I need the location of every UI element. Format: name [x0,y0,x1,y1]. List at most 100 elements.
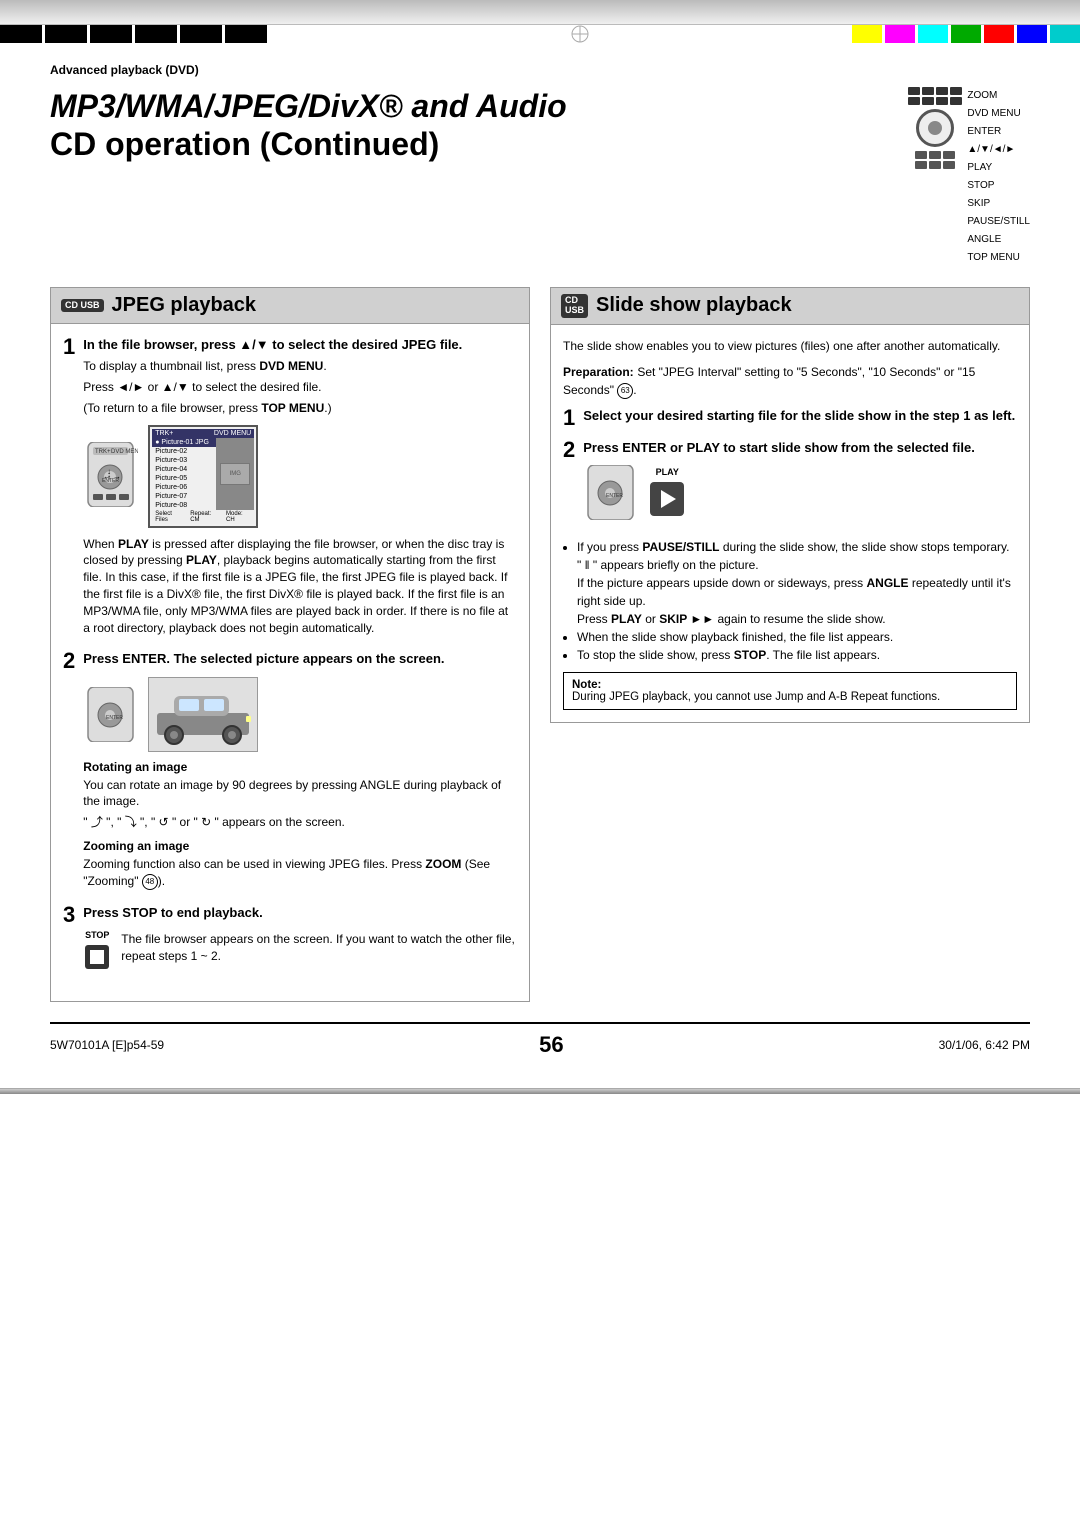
slideshow-section: CDUSB Slide show playback The slide show… [550,287,1030,723]
title-line1: MP3/WMA/JPEG/DivX® and Audio [50,88,567,124]
label-play: PLAY [967,159,1030,177]
remote-side-labels: ZOOM DVD MENU ENTER ▲/▼/◄/► PLAY STOP SK… [967,87,1030,267]
screen-row-3: Picture-03 [152,456,216,465]
zoom-badge: 48 [142,874,158,890]
slideshow-bullets: If you press PAUSE/STILL during the slid… [563,538,1017,664]
jpeg-step-3: 3 Press STOP to end playback. STOP [63,904,517,979]
breadcrumb: Advanced playback (DVD) [50,63,1030,77]
screen-row-2: Picture-02 [152,447,216,456]
slideshow-enter-svg: ENTER [583,465,638,520]
jpeg-section-body: 1 In the file browser, press ▲/▼ to sele… [51,324,529,1001]
jpeg-step-1-sub3: (To return to a file browser, press TOP … [83,400,517,417]
car-image [148,677,258,752]
slideshow-step-2: 2 Press ENTER or PLAY to start slide sho… [563,439,1017,528]
jpeg-step-2: 2 Press ENTER. The selected picture appe… [63,650,517,893]
remote-btn-4 [950,87,962,95]
interval-badge: 63 [617,383,633,399]
cd-usb-badge-slideshow: CDUSB [561,294,588,318]
jpeg-step-1-sub1: To display a thumbnail list, press DVD M… [83,358,517,375]
cd-usb-badge-jpeg: CD USB [61,299,104,313]
thumbnail-image: IMG [220,463,250,485]
slideshow-step-2-number: 2 [563,439,575,461]
remote-svg: TRK+ DVD MENU ↑ ↓ ← → ENTER [83,442,138,507]
screen-row-6: Picture-06 [152,483,216,492]
note-box: Note: During JPEG playback, you cannot u… [563,672,1017,710]
slideshow-section-header: CDUSB Slide show playback [551,288,1029,325]
screen-row-5: Picture-05 [152,474,216,483]
remote-bottom-btn-6 [943,161,955,169]
screen-row-selected: ● Picture-01 JPG [152,438,216,447]
jpeg-step-1: 1 In the file browser, press ▲/▼ to sele… [63,336,517,640]
jpeg-step-1-sub2: Press ◄/► or ▲/▼ to select the desired f… [83,379,517,396]
remote-bottom-btn-1 [915,151,927,159]
rotating-symbols: " ⤴ ", " ⤵ ", " ↺ " or " ↻ " appears on … [83,814,517,831]
svg-text:TRK+: TRK+ [95,449,111,455]
jpeg-step-2-number: 2 [63,650,75,672]
title-section: MP3/WMA/JPEG/DivX® and Audio CD operatio… [50,87,1030,267]
stop-button-svg [83,943,111,971]
label-stop: STOP [967,177,1030,195]
jpeg-step-3-content: Press STOP to end playback. STOP The fil… [83,904,517,979]
title-text: MP3/WMA/JPEG/DivX® and Audio CD operatio… [50,87,902,164]
jpeg-step-1-heading: In the file browser, press ▲/▼ to select… [83,336,517,354]
label-angle: ANGLE [967,231,1030,249]
jpeg-step-1-body: When PLAY is pressed after displaying th… [83,536,517,637]
bullet-2: When the slide show playback finished, t… [577,628,1017,646]
page-footer: 5W70101A [E]p54-59 56 30/1/06, 6:42 PM [50,1022,1030,1058]
note-title: Note: [572,679,601,691]
jpeg-step-1-content: In the file browser, press ▲/▼ to select… [83,336,517,640]
jpeg-step-3-number: 3 [63,904,75,926]
two-column-layout: CD USB JPEG playback 1 In the file brows… [50,287,1030,1002]
play-label: PLAY [656,467,679,477]
slideshow-step-1: 1 Select your desired starting file for … [563,407,1017,429]
remote-bottom-btn-4 [915,161,927,169]
label-zoom: ZOOM [967,87,1030,105]
stop-label: STOP [85,930,109,940]
svg-text:ENTER: ENTER [106,715,123,721]
prep-title: Preparation: [563,365,634,379]
screen-row-4: Picture-04 [152,465,216,474]
note-body: During JPEG playback, you cannot use Jum… [572,691,1008,703]
rotating-heading: Rotating an image [83,760,517,774]
jpeg-section-header: CD USB JPEG playback [51,288,529,324]
thumbnail-area: IMG [216,438,254,510]
remote-circle-nav [916,109,954,147]
jpeg-step-1-number: 1 [63,336,75,358]
label-pause: PAUSE/STILL [967,213,1030,231]
remote-bottom-btn-2 [929,151,941,159]
stop-button-area: STOP [83,930,111,971]
jpeg-step-3-heading: Press STOP to end playback. [83,904,517,922]
slideshow-play-button: PLAY [648,467,686,518]
slideshow-step-1-number: 1 [563,407,575,429]
remote-btn-6 [922,97,934,105]
label-skip: SKIP [967,195,1030,213]
screen-row-7: Picture-07 [152,492,216,501]
label-enter: ENTER [967,123,1030,141]
slideshow-step-1-heading: Select your desired starting file for th… [583,407,1017,425]
footer-left: 5W70101A [E]p54-59 [50,1038,164,1052]
remote-top-buttons [908,87,962,105]
remote-bottom-buttons [915,151,955,169]
bullet-1: If you press PAUSE/STILL during the slid… [577,538,1017,628]
jpeg-section-title: JPEG playback [112,294,257,317]
page-content: Advanced playback (DVD) MP3/WMA/JPEG/Div… [0,43,1080,1088]
file-browser-screen: TRK+ DVD MENU ● Picture-01 JPG Picture-0… [148,425,258,528]
remote-btn-2 [922,87,934,95]
page-number: 56 [539,1032,563,1058]
label-dvd-menu: DVD MENU [967,105,1030,123]
footer-right: 30/1/06, 6:42 PM [939,1038,1030,1052]
svg-text:DVD MENU: DVD MENU [111,449,138,455]
svg-text:ENTER: ENTER [606,493,623,499]
zooming-heading: Zooming an image [83,839,517,853]
screen-header-left: TRK+ [155,430,173,437]
rotating-body: You can rotate an image by 90 degrees by… [83,777,517,811]
slideshow-intro: The slide show enables you to view pictu… [563,337,1017,355]
svg-text:ENTER: ENTER [102,478,119,484]
remote-btn-8 [950,97,962,105]
remote-enter-device: TRK+ DVD MENU ↑ ↓ ← → ENTER [83,442,138,510]
jpeg-step-2-device-row: ENTER [83,677,517,752]
slideshow-section-title: Slide show playback [596,294,792,317]
remote-btn-3 [936,87,948,95]
remote-bottom-btn-5 [929,161,941,169]
remote-bottom-btn-3 [943,151,955,159]
